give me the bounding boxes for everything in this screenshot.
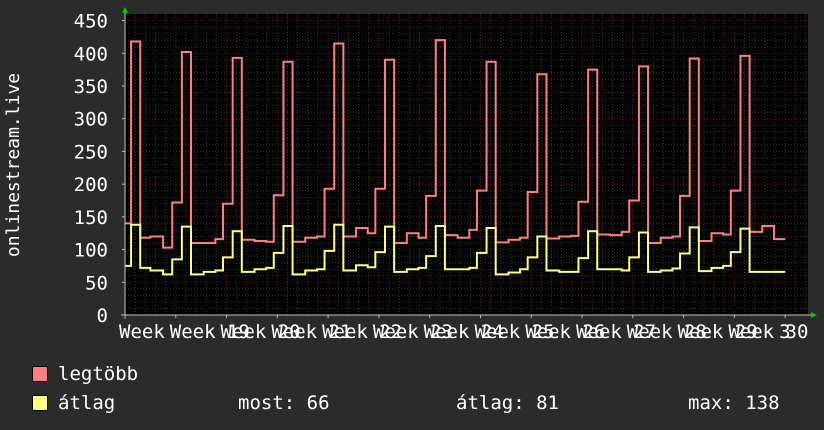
- stat-average: átlag: 81: [456, 392, 559, 414]
- line-chart: 0 50 100 150 200 250 300 350 400 450 Week Week 19W…: [3, 7, 817, 343]
- y-tick-label: 200: [74, 174, 108, 196]
- y-axis-ticks: 0 50 100 150 200 250 300 350 400 450: [74, 11, 125, 327]
- chart-window: 0 50 100 150 200 250 300 350 400 450 Week Week 19 W…: [0, 0, 824, 430]
- y-tick-label: 450: [74, 11, 108, 33]
- legend-max: legtöbb: [32, 363, 812, 385]
- legend-max-swatch: [32, 366, 48, 382]
- y-tick-label: 50: [85, 272, 108, 294]
- y-tick-label: 150: [74, 207, 108, 229]
- y-tick-label: 0: [97, 305, 108, 327]
- y-tick-label: 100: [74, 240, 108, 262]
- y-axis-label: onlinestream.live: [3, 73, 24, 257]
- x-tick-label: Week 30: [728, 321, 808, 343]
- legend-max-label: legtöbb: [58, 363, 139, 385]
- legend-avg-label: átlag: [58, 392, 116, 414]
- y-axis-arrow: [122, 7, 128, 13]
- legend-avg: átlag most: 66 átlag: 81 max: 138: [32, 392, 812, 414]
- x-axis-ticks: Week Week 19Week 20Week 21Week 22Week 23W…: [119, 315, 808, 343]
- x-axis-arrow: [811, 312, 817, 318]
- x-tick-label: 3: [779, 321, 790, 343]
- y-tick-label: 300: [74, 109, 108, 131]
- y-tick-label: 400: [74, 43, 108, 65]
- x-tick-label: Week: [119, 321, 165, 343]
- y-tick-label: 350: [74, 76, 108, 98]
- legend-avg-swatch: [32, 395, 48, 411]
- stat-current: most: 66: [238, 392, 330, 414]
- stat-maximum: max: 138: [688, 392, 780, 414]
- y-tick-label: 250: [74, 141, 108, 163]
